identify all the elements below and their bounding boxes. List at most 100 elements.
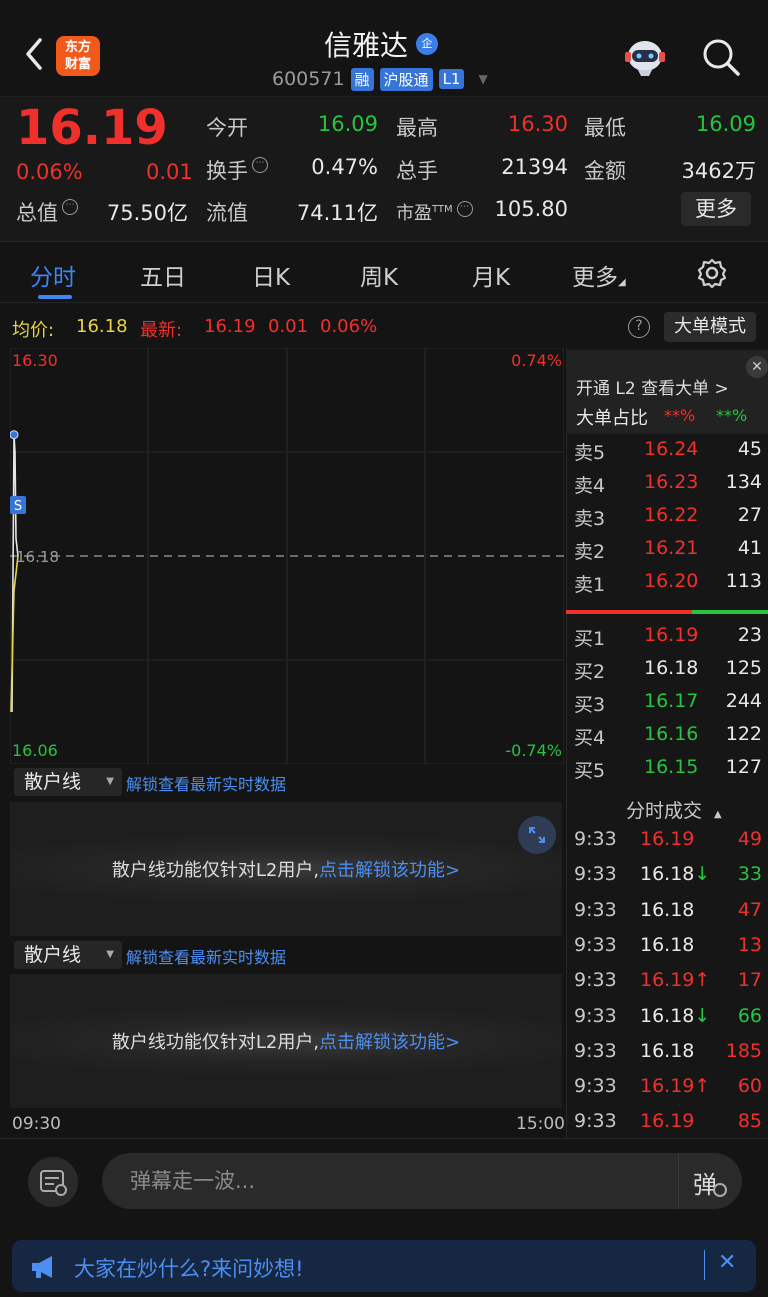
retail-line-select[interactable]: 散户线 ▼ bbox=[14, 768, 122, 796]
tick-time: 9:33 bbox=[574, 1110, 617, 1133]
avg-value: 16.18 bbox=[76, 316, 128, 337]
bid-level-label: 买1 bbox=[574, 628, 606, 650]
tick-time: 9:33 bbox=[574, 933, 617, 956]
more-dots-icon: ⋯ bbox=[62, 199, 78, 215]
open-value: 16.09 bbox=[317, 112, 378, 136]
ask-volume: 41 bbox=[737, 537, 762, 559]
danmu-list-icon[interactable] bbox=[28, 1157, 78, 1207]
tick-time: 9:33 bbox=[574, 828, 617, 850]
danmu-toggle-button[interactable]: 弹 bbox=[678, 1153, 742, 1209]
pct-bottom-label: -0.74% bbox=[505, 741, 562, 760]
logo-text-top: 东方 bbox=[64, 40, 91, 55]
ask-volume: 27 bbox=[737, 504, 762, 526]
search-icon[interactable] bbox=[700, 36, 742, 78]
tick-price-value: 16.19 bbox=[640, 1075, 695, 1098]
unlock-link[interactable]: 解锁查看最新实时数据 bbox=[126, 771, 286, 795]
more-dots-icon: ⋯ bbox=[456, 201, 473, 217]
tab-five-day[interactable]: 五日 bbox=[140, 258, 186, 292]
high-label: 最高 bbox=[396, 116, 438, 140]
float-value: 74.11亿 bbox=[296, 201, 378, 225]
ask-price: 16.24 bbox=[644, 438, 699, 460]
stock-code-row[interactable]: 600571 融 沪股通 L1 ▼ bbox=[272, 66, 488, 92]
tick-row: 9:33 16.18↓ 33 bbox=[574, 863, 762, 893]
settings-gear-icon[interactable] bbox=[696, 257, 728, 289]
expand-icon[interactable] bbox=[518, 816, 556, 854]
ask-row: 卖3 16.22 27 bbox=[574, 504, 762, 534]
total-value-label[interactable]: 总值 ⋯ bbox=[16, 197, 78, 227]
danmu-off-icon bbox=[713, 1183, 727, 1197]
ask-ai-banner[interactable]: 大家在炒什么?来问妙想! ✕ bbox=[12, 1240, 756, 1292]
big-order-mode-button[interactable]: 大单模式 bbox=[664, 312, 756, 342]
avg-label: 均价: bbox=[12, 320, 55, 341]
tab-monthly-k[interactable]: 月K bbox=[472, 258, 510, 292]
tick-volume: 185 bbox=[725, 1039, 762, 1062]
caret-down-icon: ▼ bbox=[106, 776, 114, 787]
tick-volume: 33 bbox=[737, 863, 762, 886]
unlock-feature-link[interactable]: 点击解锁该功能> bbox=[319, 1032, 460, 1053]
bid-price: 16.19 bbox=[644, 624, 699, 646]
l2-open-link[interactable]: 开通 L2 查看大单 > bbox=[576, 374, 729, 399]
bid-ratio-segment bbox=[566, 610, 692, 614]
close-icon[interactable]: ✕ bbox=[746, 356, 768, 378]
ticks-title[interactable]: 分时成交 ▲ bbox=[626, 796, 722, 823]
change-percent: 0.06% bbox=[16, 160, 83, 184]
help-icon[interactable]: ? bbox=[628, 316, 650, 338]
tab-weekly-k[interactable]: 周K bbox=[360, 258, 398, 292]
bid-level-label: 买5 bbox=[574, 760, 606, 782]
retail-message: 散户线功能仅针对L2用户,点击解锁该功能> bbox=[111, 1032, 461, 1053]
ratio-green: **% bbox=[716, 406, 748, 425]
level-tag: L1 bbox=[438, 69, 465, 89]
ask-level-label: 卖2 bbox=[574, 541, 606, 563]
robot-assistant-icon[interactable] bbox=[622, 34, 668, 78]
bid-row: 买2 16.18 125 bbox=[574, 657, 762, 687]
volume-label: 总手 bbox=[396, 159, 438, 183]
ask-level-label: 卖5 bbox=[574, 442, 606, 464]
ask-row: 卖2 16.21 41 bbox=[574, 537, 762, 567]
triangle-icon: ◢ bbox=[618, 277, 626, 288]
stock-name[interactable]: 信雅达 bbox=[324, 24, 408, 64]
logo-text-bottom: 财富 bbox=[64, 57, 91, 72]
ask-price: 16.21 bbox=[644, 537, 699, 559]
retail-line-select[interactable]: 散户线 ▼ bbox=[14, 941, 122, 969]
tab-daily-k[interactable]: 日K bbox=[252, 258, 290, 292]
danmu-input[interactable]: 弹幕走一波... bbox=[102, 1153, 742, 1209]
danmu-toggle-label: 弹 bbox=[693, 1171, 717, 1199]
tick-volume: 13 bbox=[737, 933, 762, 956]
bid-price: 16.16 bbox=[644, 723, 699, 745]
tick-price-value: 16.18 bbox=[640, 933, 695, 956]
turnover-label[interactable]: 换手 ⋯ bbox=[206, 155, 268, 185]
big-order-ratio-label: 大单占比 bbox=[576, 408, 648, 429]
pe-label[interactable]: 市盈TTM ⋯ bbox=[396, 199, 473, 225]
retail-line-panel: 散户线功能仅针对L2用户,点击解锁该功能> bbox=[10, 802, 562, 936]
bid-price: 16.17 bbox=[644, 690, 699, 712]
unlock-link[interactable]: 解锁查看最新实时数据 bbox=[126, 944, 286, 968]
tab-more[interactable]: 更多◢ bbox=[572, 258, 626, 292]
more-button[interactable]: 更多 bbox=[681, 192, 751, 226]
unlock-feature-link[interactable]: 点击解锁该功能> bbox=[319, 860, 460, 881]
time-start-label: 09:30 bbox=[12, 1114, 61, 1134]
amount-value: 3462万 bbox=[681, 159, 756, 183]
tick-time: 9:33 bbox=[574, 1004, 617, 1027]
avg-line-label: 16.18 bbox=[16, 548, 59, 566]
intraday-chart[interactable]: 16.30 16.06 0.74% -0.74% 16.18 S bbox=[10, 348, 564, 764]
back-icon[interactable] bbox=[20, 34, 50, 74]
enterprise-badge: 企 bbox=[416, 33, 438, 55]
active-tab-indicator bbox=[38, 295, 72, 299]
tick-volume: 47 bbox=[737, 898, 762, 921]
ask-volume: 45 bbox=[737, 438, 762, 460]
close-icon[interactable]: ✕ bbox=[718, 1250, 736, 1275]
bid-price: 16.18 bbox=[644, 657, 699, 679]
app-logo[interactable]: 东方 财富 bbox=[56, 36, 100, 76]
ask-volume: 113 bbox=[725, 570, 762, 592]
bid-volume: 244 bbox=[725, 690, 762, 712]
ask-ratio-segment bbox=[692, 610, 768, 614]
ask-level-label: 卖1 bbox=[574, 574, 606, 596]
tab-intraday[interactable]: 分时 bbox=[30, 258, 76, 292]
y-bottom-label: 16.06 bbox=[12, 741, 58, 760]
ask-volume: 134 bbox=[725, 471, 762, 493]
l2-promo[interactable]: 开通 L2 查看大单 > 大单占比 **% **% ✕ bbox=[566, 350, 768, 434]
buy-point-marker[interactable] bbox=[10, 430, 19, 440]
retail-line-panel: 散户线功能仅针对L2用户,点击解锁该功能> bbox=[10, 974, 562, 1108]
bid-volume: 122 bbox=[725, 723, 762, 745]
tick-volume: 66 bbox=[737, 1004, 762, 1027]
